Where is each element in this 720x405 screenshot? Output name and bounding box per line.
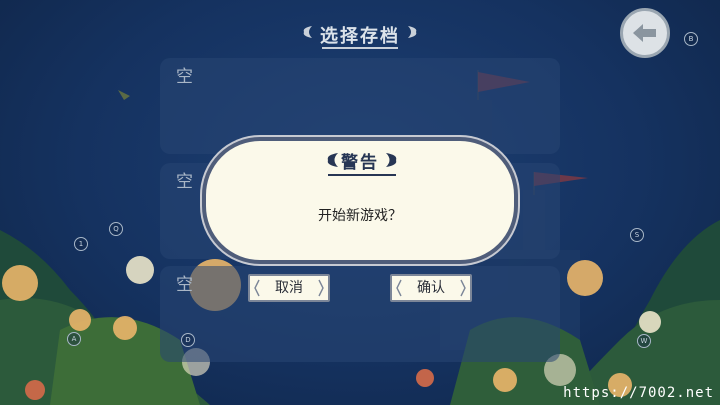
save-slot-label: 空 <box>176 67 193 87</box>
dialog-message: 开始新游戏？ <box>318 208 402 224</box>
button-ornament-icon <box>318 279 324 297</box>
title-underline <box>322 47 398 49</box>
dialog-title: 警告 <box>341 153 379 173</box>
watermark: https://7002.net <box>563 385 714 401</box>
back-button[interactable] <box>620 8 670 58</box>
cancel-button[interactable]: 取消 <box>248 274 330 302</box>
confirm-button-label: 确认 <box>417 280 445 296</box>
cancel-button-label: 取消 <box>275 280 303 296</box>
button-ornament-icon <box>460 279 466 297</box>
screen-title-text: 选择存档 <box>320 26 400 47</box>
save-slot-label: 空 <box>176 172 193 192</box>
key-hint-w: W <box>637 334 651 348</box>
save-slot-3[interactable]: 空 <box>160 266 560 362</box>
button-ornament-icon <box>254 279 260 297</box>
dialog-ornament-right-icon <box>386 153 397 167</box>
key-hint-s: S <box>630 228 644 242</box>
dialog-title-underline <box>328 174 396 176</box>
button-ornament-icon <box>396 279 402 297</box>
warning-dialog: 警告 开始新游戏？ <box>202 137 518 264</box>
confirm-button[interactable]: 确认 <box>390 274 472 302</box>
key-hint-b: B <box>684 32 698 46</box>
key-hint-1: 1 <box>74 237 88 251</box>
title-ornament-right-icon <box>408 26 417 38</box>
back-arrow-icon <box>633 24 656 42</box>
floating-leaf <box>118 90 130 100</box>
key-hint-a: A <box>67 332 81 346</box>
save-slot-label: 空 <box>176 275 193 295</box>
key-hint-d: D <box>181 333 195 347</box>
screen-title: 选择存档 <box>300 18 420 52</box>
key-hint-q: Q <box>109 222 123 236</box>
